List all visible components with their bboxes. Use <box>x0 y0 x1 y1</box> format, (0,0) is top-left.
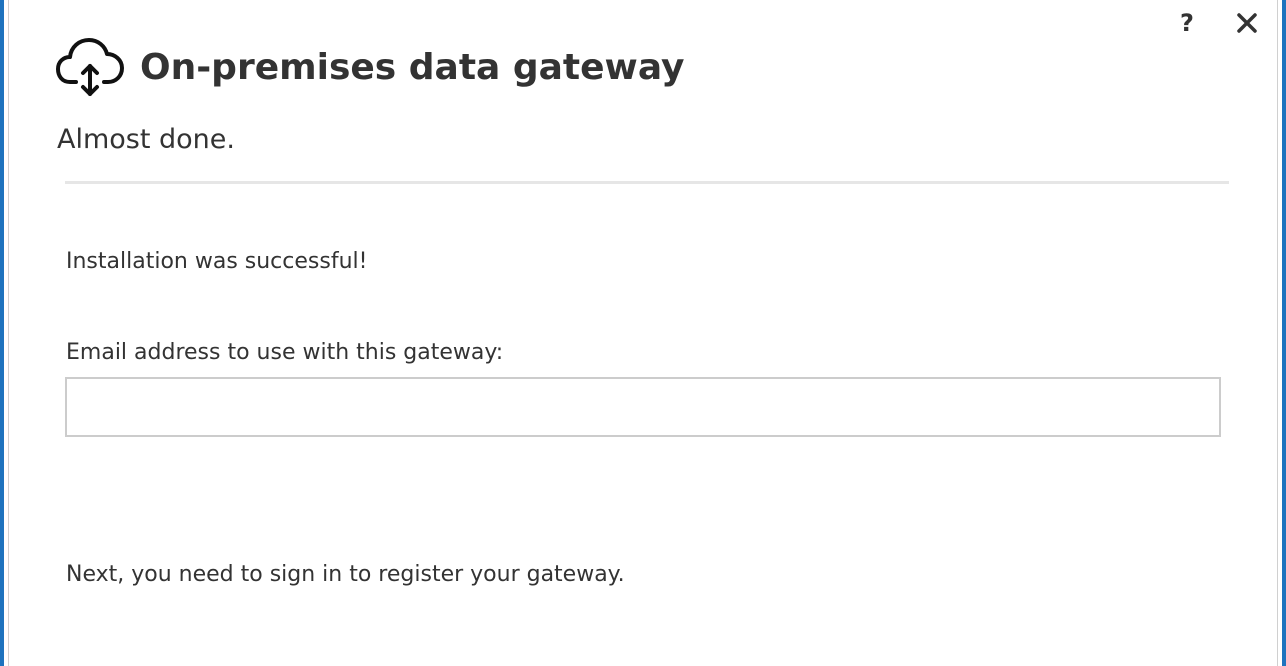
dialog-window: ? On-premises data gateway Almost done. … <box>0 0 1286 666</box>
title-bar-controls: ? <box>1172 8 1262 38</box>
email-field[interactable] <box>65 377 1221 437</box>
step-subtitle: Almost done. <box>57 124 235 155</box>
installation-status-text: Installation was successful! <box>66 249 368 274</box>
page-title: On-premises data gateway <box>140 46 685 88</box>
help-icon: ? <box>1180 9 1194 37</box>
window-border-right <box>1277 0 1278 666</box>
help-button[interactable]: ? <box>1172 8 1202 38</box>
dialog-header: On-premises data gateway <box>56 36 684 98</box>
window-border-left <box>8 0 9 666</box>
header-divider <box>65 181 1229 184</box>
email-field-label: Email address to use with this gateway: <box>66 340 504 365</box>
close-icon <box>1237 13 1257 33</box>
next-step-text: Next, you need to sign in to register yo… <box>66 562 625 587</box>
cloud-upload-download-icon <box>56 38 124 96</box>
close-button[interactable] <box>1232 8 1262 38</box>
